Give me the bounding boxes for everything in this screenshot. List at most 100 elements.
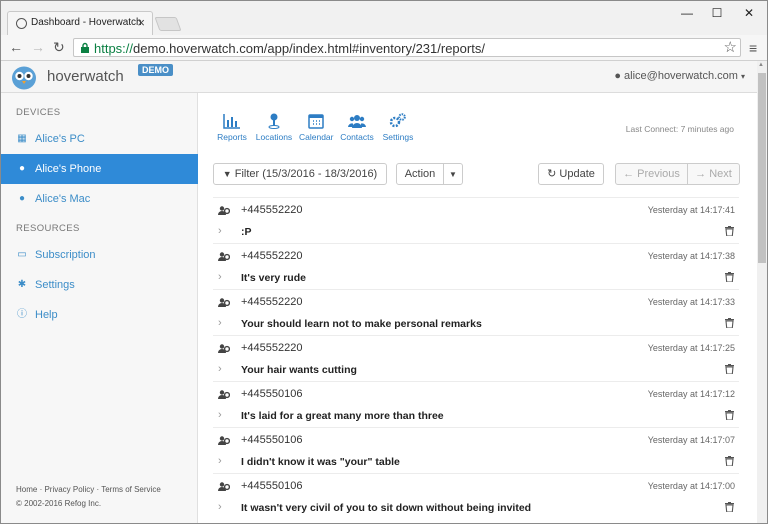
scroll-up-icon[interactable]: ▲ — [758, 62, 764, 68]
owl-logo-icon[interactable] — [11, 65, 37, 90]
location-icon — [268, 113, 280, 129]
new-tab-button[interactable] — [154, 17, 182, 31]
main-content: Reports Locations Calendar Contacts Sett… — [199, 93, 757, 523]
app-header: hoverwatch DEMO ● alice@hoverwatch.com ▾ — [1, 61, 757, 93]
browser-tab[interactable]: Dashboard - Hoverwatch × — [7, 11, 153, 35]
message-row[interactable]: +445550106 Yesterday at 14:17:12 › It's lai… — [213, 381, 739, 427]
tool-calendar[interactable]: Calendar — [299, 113, 334, 142]
next-button[interactable]: → Next — [687, 163, 740, 185]
sender-number: +445552220 — [241, 342, 303, 354]
action-dropdown-toggle[interactable]: ▼ — [443, 163, 463, 185]
sidebar-item-alices-phone[interactable]: ● Alice's Phone — [1, 154, 198, 184]
trash-icon[interactable] — [725, 226, 734, 236]
footer-links[interactable]: Home · Privacy Policy · Terms of Service — [16, 485, 161, 494]
trash-icon[interactable] — [725, 272, 734, 282]
reload-icon[interactable]: ↻ — [53, 38, 65, 56]
title-bar: Dashboard - Hoverwatch × — ☐ ✕ — [1, 1, 767, 35]
resources-heading: RESOURCES — [16, 223, 80, 234]
scrollbar-thumb[interactable] — [758, 73, 766, 263]
scrollbar[interactable]: ▲ — [757, 61, 767, 523]
filter-icon: ▼ — [222, 169, 232, 179]
tool-label: Contacts — [340, 132, 374, 142]
chevron-right-icon[interactable]: › — [218, 501, 222, 513]
action-button[interactable]: Action — [396, 163, 444, 185]
previous-button[interactable]: ← Previous — [615, 163, 688, 185]
chevron-right-icon[interactable]: › — [218, 455, 222, 467]
arrow-right-icon: → — [695, 168, 707, 180]
filter-label: Filter (15/3/2016 - 18/3/2016) — [234, 168, 378, 180]
brand-name: hoverwatch — [47, 68, 124, 85]
tool-settings[interactable]: Settings — [381, 113, 415, 142]
caret-down-icon: ▾ — [740, 72, 745, 81]
sidebar-item-help[interactable]: ⓘ Help — [1, 300, 198, 330]
sidebar-item-label: Alice's Phone — [35, 163, 102, 175]
forward-icon[interactable]: → — [31, 38, 45, 56]
message-row[interactable]: +445550106 Yesterday at 14:17:00 › It wasn'… — [213, 473, 739, 519]
gears-icon — [389, 113, 406, 128]
chevron-right-icon[interactable]: › — [218, 271, 222, 283]
next-label: Next — [709, 168, 732, 180]
card-icon: ▭ — [17, 249, 27, 260]
trash-icon[interactable] — [725, 502, 734, 512]
user-email: alice@hoverwatch.com — [624, 70, 738, 82]
message-text: It wasn't very civil of you to sit down … — [241, 502, 532, 514]
message-text: I didn't know it was "your" table — [241, 456, 400, 468]
filter-button[interactable]: ▼ Filter (15/3/2016 - 18/3/2016) — [213, 163, 387, 185]
maximize-button[interactable]: ☐ — [703, 3, 731, 23]
sidebar-item-subscription[interactable]: ▭ Subscription — [1, 240, 198, 270]
message-text: It's very rude — [241, 272, 306, 284]
sidebar-item-label: Subscription — [35, 249, 96, 261]
gear-icon: ✱ — [17, 279, 27, 290]
close-window-button[interactable]: ✕ — [735, 3, 763, 23]
trash-icon[interactable] — [725, 410, 734, 420]
browser-menu-icon[interactable]: ≡ — [749, 40, 757, 56]
users-icon — [218, 482, 230, 491]
tool-label: Reports — [217, 132, 247, 142]
chevron-right-icon[interactable]: › — [218, 225, 222, 237]
user-menu[interactable]: ● alice@hoverwatch.com ▾ — [614, 70, 745, 82]
message-row[interactable]: +445552220 Yesterday at 14:17:25 › Your hai… — [213, 335, 739, 381]
chevron-right-icon[interactable]: › — [218, 317, 222, 329]
bookmark-star-icon[interactable]: ☆ — [724, 38, 737, 56]
chevron-right-icon[interactable]: › — [218, 409, 222, 421]
back-icon[interactable]: ← — [9, 38, 23, 56]
minimize-button[interactable]: — — [673, 3, 701, 23]
users-icon — [218, 344, 230, 353]
tool-locations[interactable]: Locations — [255, 113, 293, 142]
address-bar[interactable]: https://demo.hoverwatch.com/app/index.ht… — [73, 38, 741, 57]
message-time: Yesterday at 14:17:00 — [647, 481, 735, 491]
url-scheme: https:// — [94, 41, 134, 56]
sidebar-item-label: Help — [35, 309, 58, 321]
message-text: :P — [241, 226, 252, 238]
chevron-right-icon[interactable]: › — [218, 363, 222, 375]
previous-label: Previous — [637, 168, 680, 180]
trash-icon[interactable] — [725, 318, 734, 328]
users-icon — [218, 252, 230, 261]
message-row[interactable]: +445552220 Yesterday at 14:17:41 ›:P — [213, 197, 739, 243]
sidebar-item-alices-pc[interactable]: ▦ Alice's PC — [1, 124, 198, 154]
tool-contacts[interactable]: Contacts — [339, 113, 375, 142]
windows-icon: ▦ — [17, 133, 27, 144]
caret-down-icon: ▼ — [449, 170, 457, 179]
users-icon — [218, 298, 230, 307]
message-row[interactable]: +445552220 Yesterday at 14:17:38 › It's ver… — [213, 243, 739, 289]
message-row[interactable]: +445552220 Yesterday at 14:17:33 › Your sho… — [213, 289, 739, 335]
update-button[interactable]: ↻ Update — [538, 163, 604, 185]
browser-toolbar: ← → ↻ https://demo.hoverwatch.com/app/in… — [1, 35, 767, 61]
close-tab-icon[interactable]: × — [137, 15, 145, 30]
sidebar-item-alices-mac[interactable]: ● Alice's Mac — [1, 184, 198, 214]
sender-number: +445552220 — [241, 296, 303, 308]
message-time: Yesterday at 14:17:33 — [647, 297, 735, 307]
trash-icon[interactable] — [725, 456, 734, 466]
refresh-icon: ↻ — [547, 168, 557, 180]
tool-reports[interactable]: Reports — [217, 113, 247, 142]
sidebar-item-label: Alice's PC — [35, 133, 85, 145]
browser-window: Dashboard - Hoverwatch × — ☐ ✕ ← → ↻ htt… — [0, 0, 768, 524]
sidebar-item-settings[interactable]: ✱ Settings — [1, 270, 198, 300]
message-row[interactable]: +445550106 Yesterday at 14:17:07 › I didn't… — [213, 427, 739, 473]
tab-title: Dashboard - Hoverwatch — [31, 17, 142, 28]
trash-icon[interactable] — [725, 364, 734, 374]
calendar-icon — [308, 114, 324, 129]
message-text: Your should learn not to make personal r… — [241, 318, 482, 330]
message-time: Yesterday at 14:17:07 — [647, 435, 735, 445]
